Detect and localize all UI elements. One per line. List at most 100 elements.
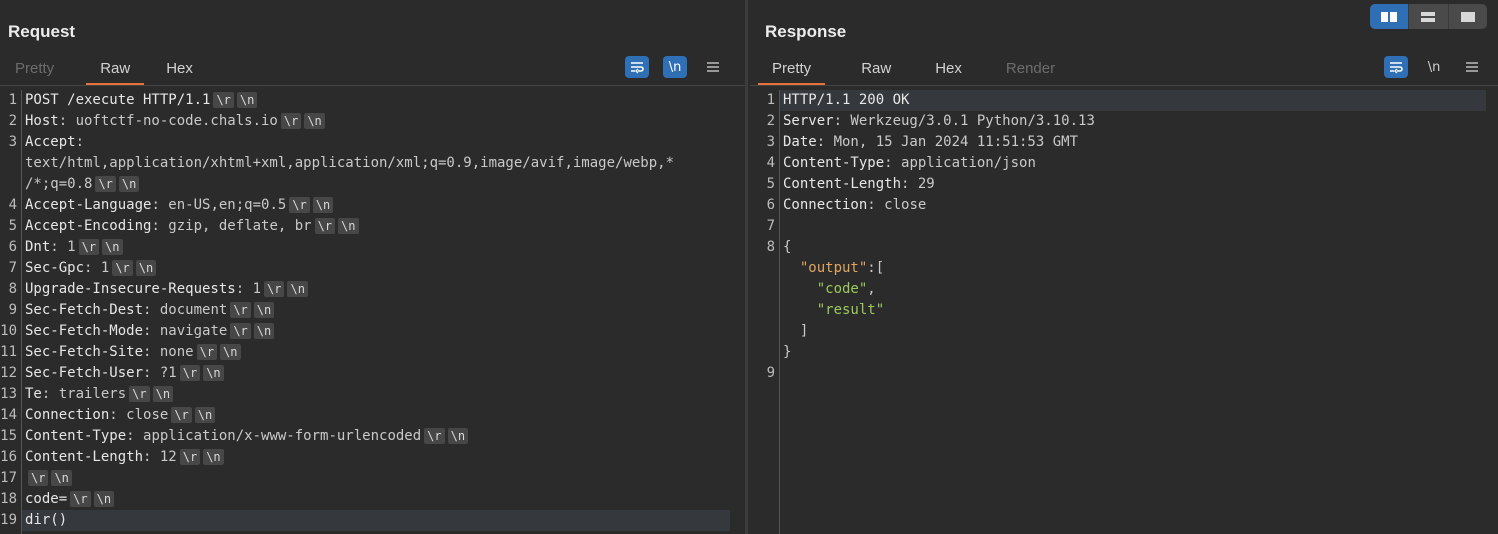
code-token: : document	[143, 302, 228, 318]
code-line[interactable]: Sec-Gpc: 1 \r \n	[22, 258, 730, 279]
code-line[interactable]: "result"	[780, 300, 1486, 321]
line-number: 8	[8, 281, 17, 297]
code-token: text/html,application/xhtml+xml,applicat…	[25, 155, 675, 171]
carriage-return-badge: \r	[280, 113, 302, 129]
line-text: Content-Type: application/json	[783, 153, 1036, 174]
line-text: Dnt: 1 \r \n	[25, 237, 123, 258]
code-line[interactable]: Sec-Fetch-Mode: navigate \r \n	[22, 321, 730, 342]
code-line[interactable]: Te: trailers \r \n	[22, 384, 730, 405]
line-text: /*;q=0.8 \r \n	[25, 174, 140, 195]
code-line[interactable]: Content-Type: application/json	[780, 153, 1486, 174]
code-line[interactable]: {	[780, 237, 1486, 258]
code-token: : 1	[235, 281, 262, 297]
code-line[interactable]: Sec-Fetch-Site: none \r \n	[22, 342, 730, 363]
code-line[interactable]: Sec-Fetch-User: ?1 \r \n	[22, 363, 730, 384]
code-token: Sec-Gpc	[25, 260, 85, 276]
line-text: Host: uoftctf-no-code.chals.io \r \n	[25, 111, 325, 132]
line-number	[748, 258, 775, 279]
hamburger-menu-icon[interactable]	[701, 56, 725, 78]
line-number: 19	[0, 512, 17, 528]
code-line[interactable]: ]	[780, 321, 1486, 342]
code-line[interactable]: text/html,application/xhtml+xml,applicat…	[22, 153, 730, 174]
code-line[interactable]: Host: uoftctf-no-code.chals.io \r \n	[22, 111, 730, 132]
code-token: ,	[867, 281, 876, 297]
code-token: Sec-Fetch-User	[25, 365, 144, 381]
code-line[interactable]: dir()	[22, 510, 730, 531]
tab-raw[interactable]: Raw	[847, 54, 905, 86]
tab-pretty[interactable]: Pretty	[1, 54, 68, 86]
stacked-layout-icon[interactable]	[1408, 4, 1447, 29]
code-token: Accept	[25, 134, 76, 150]
request-panel: Request Pretty Raw Hex \n 1 POST /execute…	[0, 0, 745, 534]
code-line[interactable]: Accept-Encoding: gzip, deflate, br \r \n	[22, 216, 730, 237]
hamburger-menu-icon[interactable]	[1460, 56, 1484, 78]
code-line[interactable]: Accept-Language: en-US,en;q=0.5 \r \n	[22, 195, 730, 216]
code-line[interactable]: \r \n	[22, 468, 730, 489]
line-text: dir()	[25, 510, 67, 531]
code-line[interactable]: Connection: close \r \n	[22, 405, 730, 426]
line-number: 9	[766, 365, 775, 381]
tab-raw[interactable]: Raw	[86, 54, 145, 86]
tab-hex[interactable]: Hex	[921, 54, 976, 86]
code-line[interactable]: "output":[	[780, 258, 1486, 279]
line-text: POST /execute HTTP/1.1 \r \n	[25, 90, 258, 111]
code-line[interactable]: Dnt: 1 \r \n	[22, 237, 730, 258]
code-line[interactable]: Server: Werkzeug/3.0.1 Python/3.10.13	[780, 111, 1486, 132]
line-number: 16	[0, 449, 17, 465]
side-by-side-layout-icon[interactable]	[1370, 4, 1409, 29]
code-line[interactable]	[780, 363, 1486, 384]
code-line[interactable]: Content-Type: application/x-www-form-url…	[22, 426, 730, 447]
code-line[interactable]: Date: Mon, 15 Jan 2024 11:51:53 GMT	[780, 132, 1486, 153]
code-line[interactable]: /*;q=0.8 \r \n	[22, 174, 730, 195]
code-token: : application/json	[884, 155, 1036, 171]
line-text: code= \r \n	[25, 489, 115, 510]
code-line[interactable]: Connection: close	[780, 195, 1486, 216]
line-text: Content-Length: 29	[783, 174, 935, 195]
code-token: /*;q=0.8	[25, 176, 93, 192]
code-line[interactable]: Upgrade-Insecure-Requests: 1 \r \n	[22, 279, 730, 300]
code-token: Content-Length	[783, 176, 902, 192]
code-line[interactable]: }	[780, 342, 1486, 363]
code-line[interactable]: Sec-Fetch-Dest: document \r \n	[22, 300, 730, 321]
code-line[interactable]: Content-Length: 29	[780, 174, 1486, 195]
code-line[interactable]: HTTP/1.1 200 OK	[780, 90, 1486, 111]
code-line[interactable]: POST /execute HTTP/1.1 \r \n	[22, 90, 730, 111]
line-text: "result"	[783, 300, 884, 321]
line-number: 3	[8, 134, 17, 150]
tab-hex[interactable]: Hex	[152, 54, 207, 86]
newline-badge: \n	[338, 218, 359, 234]
code-token: Connection	[783, 197, 868, 213]
code-token: Server	[783, 113, 834, 129]
code-token: POST /execute HTTP/1.1	[25, 92, 211, 108]
newline-badge: \n	[152, 386, 174, 402]
newline-badge: \n	[447, 428, 469, 444]
line-text: Date: Mon, 15 Jan 2024 11:51:53 GMT	[783, 132, 1078, 153]
code-line[interactable]: Accept:	[22, 132, 730, 153]
newline-badge: \n	[194, 407, 216, 423]
code-token: : 1	[84, 260, 110, 276]
line-number: 11	[0, 344, 17, 360]
line-number	[0, 174, 17, 195]
code-line[interactable]: "code",	[780, 279, 1486, 300]
single-pane-layout-icon[interactable]	[1447, 4, 1487, 29]
wrap-lines-icon[interactable]	[625, 56, 649, 78]
carriage-return-badge: \r	[70, 491, 91, 507]
line-number: 5	[766, 176, 775, 192]
wrap-lines-icon[interactable]	[1384, 56, 1408, 78]
line-number: 6	[8, 239, 17, 255]
code-line[interactable]: code= \r \n	[22, 489, 730, 510]
line-text: Accept-Language: en-US,en;q=0.5 \r \n	[25, 195, 334, 216]
tab-pretty[interactable]: Pretty	[758, 54, 826, 86]
tab-render[interactable]: Render	[992, 54, 1069, 86]
code-line[interactable]	[780, 216, 1486, 237]
line-number: 13	[0, 386, 17, 402]
json-key: "output"	[799, 260, 868, 276]
request-editor[interactable]: 1 POST /execute HTTP/1.1 \r \n 2 Host: uoftct…	[0, 90, 730, 534]
line-number: 5	[8, 218, 17, 234]
show-newlines-toggle[interactable]: \n	[663, 56, 687, 78]
response-editor[interactable]: 1 HTTP/1.1 200 OK 2 Server: Werkzeug/3.0.1 …	[748, 90, 1486, 534]
line-number: 1	[766, 92, 775, 108]
code-line[interactable]: Content-Length: 12 \r \n	[22, 447, 730, 468]
show-newlines-toggle[interactable]: \n	[1422, 56, 1446, 78]
